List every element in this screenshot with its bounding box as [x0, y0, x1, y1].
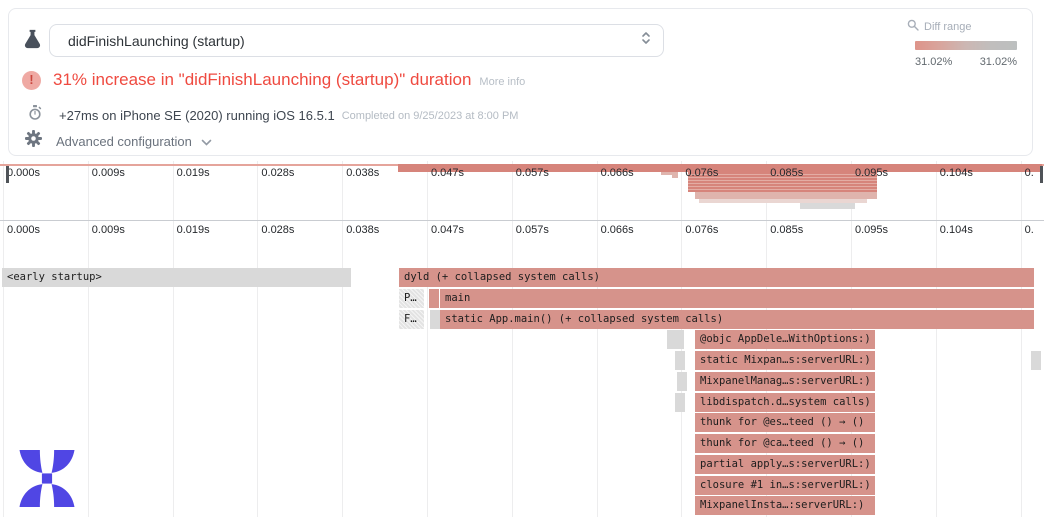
tick-label: 0.076s — [685, 224, 718, 236]
flame-bar[interactable] — [675, 393, 686, 412]
advanced-configuration-label: Advanced configuration — [56, 134, 192, 149]
tick-label: 0.019s — [177, 224, 210, 236]
flame-bar[interactable]: F… — [399, 310, 425, 329]
magnifier-icon — [907, 19, 919, 34]
flame-bar[interactable]: static Mixpan…s:serverURL:) — [695, 351, 876, 370]
diff-range-legend: Diff range 31.02% 31.02% — [915, 19, 1017, 68]
minimap-block — [661, 172, 672, 175]
gear-icon — [25, 130, 42, 152]
flame-bar[interactable] — [429, 289, 440, 308]
emerge-tools-logo-icon — [16, 450, 78, 512]
tick-label: 0.104s — [940, 224, 973, 236]
flame-bar[interactable]: thunk for @es…teed () → () — [695, 413, 876, 432]
tick-label: 0.019s — [177, 167, 210, 179]
tick-label: 0. — [1025, 224, 1034, 236]
minimap-range-handle[interactable] — [1040, 166, 1043, 183]
tick-label: 0.076s — [685, 167, 718, 179]
tick-label: 0.028s — [261, 224, 294, 236]
completed-timestamp: Completed on 9/25/2023 at 8:00 PM — [342, 110, 519, 122]
chevron-down-icon — [201, 133, 212, 151]
chevron-up-down-icon[interactable] — [641, 31, 651, 50]
gridline — [88, 161, 89, 517]
tick-label: 0.104s — [940, 167, 973, 179]
warning-message: 31% increase in "didFinishLaunching (sta… — [53, 70, 471, 90]
flame-bar[interactable]: thunk for @ca…teed () → () — [695, 434, 876, 453]
tick-label: 0.057s — [516, 224, 549, 236]
device-row: +27ms on iPhone SE (2020) running iOS 16… — [22, 105, 518, 126]
minimap-block — [672, 172, 678, 178]
flame-bar[interactable]: dyld (+ collapsed system calls) — [399, 268, 1035, 287]
tick-label: 0.028s — [261, 167, 294, 179]
gridline — [512, 161, 513, 517]
tick-label: 0.057s — [516, 167, 549, 179]
diff-range-title: Diff range — [924, 21, 972, 33]
tick-label: 0.038s — [346, 224, 379, 236]
flame-bar[interactable]: static App.main() (+ collapsed system ca… — [440, 310, 1035, 329]
axis-divider — [0, 220, 1044, 221]
tick-label: 0.085s — [770, 167, 803, 179]
minimap-block — [800, 203, 855, 209]
metric-select[interactable]: didFinishLaunching (startup) — [49, 24, 664, 57]
warning-row: ! 31% increase in "didFinishLaunching (s… — [22, 70, 525, 90]
flame-bar[interactable]: closure #1 in…s:serverURL:) — [695, 476, 876, 495]
minimap-range-handle[interactable] — [6, 166, 9, 183]
diff-range-gradient — [915, 41, 1017, 50]
flame-bar[interactable]: MixpanelManag…s:serverURL:) — [695, 372, 876, 391]
diff-range-max: 31.02% — [980, 56, 1017, 68]
advanced-configuration-toggle[interactable]: Advanced configuration — [22, 130, 212, 152]
flame-bar[interactable]: <early startup> — [2, 268, 352, 287]
tick-label: 0.047s — [431, 167, 464, 179]
gridline — [1021, 161, 1022, 517]
gridline — [3, 161, 4, 517]
diff-range-min: 31.02% — [915, 56, 952, 68]
tick-label: 0.085s — [770, 224, 803, 236]
tick-label: 0.066s — [601, 167, 634, 179]
metric-select-value: didFinishLaunching (startup) — [68, 33, 641, 49]
flame-bar[interactable]: P… — [399, 289, 425, 308]
header-card: didFinishLaunching (startup) Diff range … — [8, 8, 1033, 156]
flame-bar[interactable]: libdispatch.d…system calls) — [695, 393, 876, 412]
tick-label: 0.000s — [7, 167, 40, 179]
flame-chart: 0.000s 0.009s 0.019s 0.028s 0.038s 0.047s 0.05… — [0, 160, 1044, 517]
gridline — [936, 161, 937, 517]
flame-bar[interactable] — [674, 330, 685, 349]
stopwatch-icon — [28, 105, 42, 126]
flame-bar[interactable]: MixpanelInsta…:serverURL:) — [695, 496, 876, 515]
flask-icon — [21, 28, 44, 56]
flame-bar[interactable] — [677, 372, 688, 391]
gridline — [173, 161, 174, 517]
gridline — [257, 161, 258, 517]
exclamation-circle-icon: ! — [22, 71, 41, 90]
gridline — [427, 161, 428, 517]
flame-bar[interactable]: @objc AppDele…WithOptions:) — [695, 330, 876, 349]
tick-label: 0.000s — [7, 224, 40, 236]
tick-label: 0.009s — [92, 167, 125, 179]
tick-label: 0.095s — [855, 167, 888, 179]
tick-label: 0.095s — [855, 224, 888, 236]
gridline — [342, 161, 343, 517]
tick-label: 0.009s — [92, 224, 125, 236]
tick-label: 0.047s — [431, 224, 464, 236]
flame-bar[interactable] — [675, 351, 686, 370]
flame-bar[interactable]: main — [440, 289, 1035, 308]
device-summary: +27ms on iPhone SE (2020) running iOS 16… — [59, 108, 335, 123]
tick-label: 0.066s — [601, 224, 634, 236]
gridline — [597, 161, 598, 517]
minimap-block — [695, 192, 877, 199]
more-info-link[interactable]: More info — [479, 76, 525, 90]
flame-bar[interactable]: partial apply…s:serverURL:) — [695, 455, 876, 474]
flame-bar[interactable] — [1031, 351, 1042, 370]
tick-label: 0.038s — [346, 167, 379, 179]
tick-label: 0. — [1025, 167, 1034, 179]
